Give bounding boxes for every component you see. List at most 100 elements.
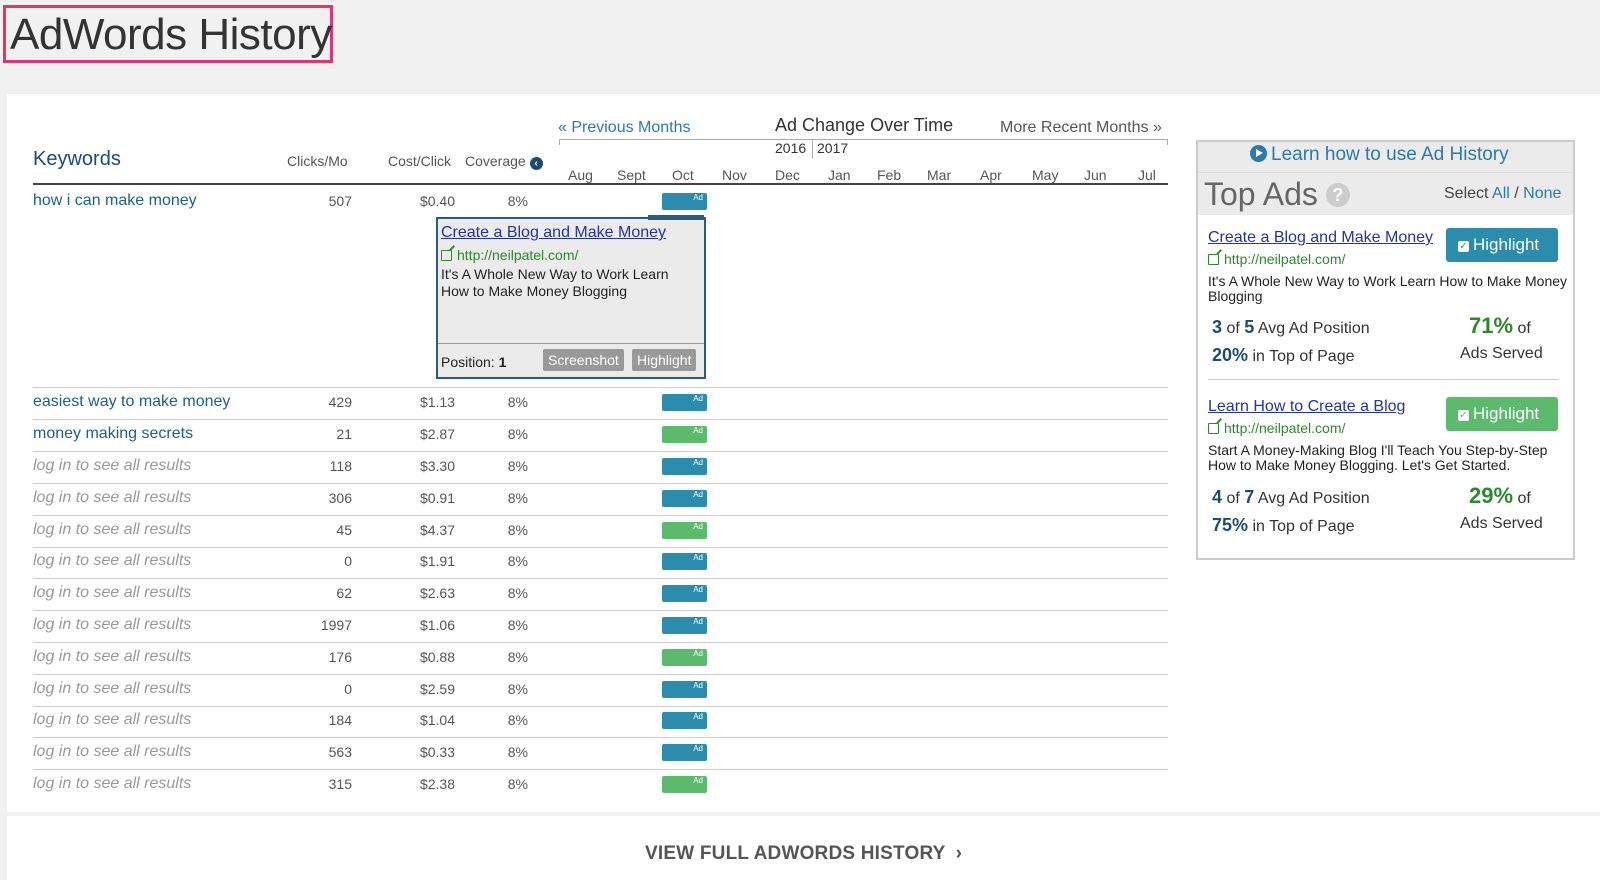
keywords-header[interactable]: Keywords <box>33 148 121 171</box>
cost-value: $2.63 <box>419 585 455 601</box>
ad-change-badge[interactable]: Ad <box>662 585 707 602</box>
ad-change-badge[interactable]: Ad <box>662 744 707 761</box>
ad-preview-description: It's A Whole New Way to Work Learn How t… <box>441 266 669 299</box>
top-ad-description: Start A Money-Making Blog I'll Teach You… <box>1208 442 1548 473</box>
screenshot-button[interactable]: Screenshot <box>543 349 624 371</box>
login-prompt-link[interactable]: log in to see all results <box>33 552 191 570</box>
coverage-value: 8% <box>507 712 528 728</box>
ad-preview-url[interactable]: http://neilpatel.com/ <box>441 247 578 263</box>
coverage-header[interactable]: Coverage ‹ <box>465 153 543 170</box>
login-prompt-link[interactable]: log in to see all results <box>33 711 191 729</box>
ad-change-badge[interactable]: Ad <box>662 712 707 729</box>
top-ad-highlight-toggle[interactable]: ✓ Highlight <box>1446 228 1558 262</box>
ad-change-badge[interactable]: Ad <box>662 394 707 411</box>
clicks-value: 45 <box>336 522 352 538</box>
external-link-icon <box>441 250 452 261</box>
top-ad-highlight-toggle[interactable]: ✓ Highlight <box>1446 397 1558 431</box>
clicks-value: 563 <box>328 744 352 760</box>
login-prompt-link[interactable]: log in to see all results <box>33 489 191 507</box>
avg-position-total: 7 <box>1244 487 1255 507</box>
ad-divider <box>1208 379 1558 380</box>
ads-served-stat: 71% of <box>1469 313 1531 339</box>
view-full-history-link[interactable]: VIEW FULL ADWORDS HISTORY › <box>645 843 962 865</box>
row-divider <box>33 483 1168 484</box>
ad-change-badge[interactable]: Ad <box>662 776 707 793</box>
learn-ad-history-link[interactable]: Learn how to use Ad History <box>1250 144 1509 166</box>
coverage-value: 8% <box>507 553 528 569</box>
month-label: Feb <box>877 167 902 183</box>
login-prompt-link[interactable]: log in to see all results <box>33 457 191 475</box>
top-ads-header: Top Ads? Select All / None <box>1198 173 1573 215</box>
top-ad-url[interactable]: http://neilpatel.com/ <box>1208 420 1345 436</box>
external-link-icon <box>1208 254 1219 265</box>
top-ad-url-text: http://neilpatel.com/ <box>1224 420 1346 436</box>
top-ad-url[interactable]: http://neilpatel.com/ <box>1208 251 1345 267</box>
keyword-link[interactable]: money making secrets <box>33 425 193 443</box>
ad-change-badge[interactable]: Ad <box>662 426 707 443</box>
row-divider <box>33 610 1168 611</box>
coverage-value: 8% <box>507 585 528 601</box>
help-icon[interactable]: ? <box>1325 183 1350 207</box>
ad-change-badge[interactable]: Ad <box>662 458 707 475</box>
ad-change-badge[interactable]: Ad <box>662 649 707 666</box>
cost-value: $1.13 <box>419 394 455 410</box>
avg-ad-position: 3 of 5 Avg Ad Position <box>1212 317 1370 338</box>
ad-change-badge[interactable]: Ad <box>662 617 707 634</box>
row-divider <box>33 737 1168 738</box>
top-of-page-stat: 75% in Top of Page <box>1212 515 1355 536</box>
ad-preview-title[interactable]: Create a Blog and Make Money <box>441 224 666 242</box>
keyword-link[interactable]: how i can make money <box>33 192 197 210</box>
keyword-link[interactable]: easiest way to make money <box>33 393 230 411</box>
cost-header[interactable]: Cost/Click <box>388 153 451 169</box>
ad-preview-footer: Position: 1 Screenshot Highlight <box>438 343 704 377</box>
more-recent-months-link[interactable]: More Recent Months » <box>1000 119 1162 137</box>
login-prompt-link[interactable]: log in to see all results <box>33 680 191 698</box>
cost-value: $0.88 <box>419 649 455 665</box>
ads-served-value: 29% <box>1469 483 1514 508</box>
ad-change-badge[interactable]: Ad <box>662 522 707 539</box>
learn-ad-history-label: Learn how to use Ad History <box>1271 144 1509 165</box>
ad-position-value: 1 <box>498 354 507 370</box>
ad-change-badge[interactable]: Ad <box>662 681 707 698</box>
ads-served-of: of <box>1517 490 1531 507</box>
coverage-value: 8% <box>507 681 528 697</box>
login-prompt-link[interactable]: log in to see all results <box>33 648 191 666</box>
clicks-header[interactable]: Clicks/Mo <box>287 153 348 169</box>
select-all-link[interactable]: All <box>1492 185 1510 202</box>
coverage-value: 8% <box>507 649 528 665</box>
top-ad-title[interactable]: Learn How to Create a Blog <box>1208 398 1405 416</box>
top-ad-url-text: http://neilpatel.com/ <box>1224 251 1346 267</box>
login-prompt-link[interactable]: log in to see all results <box>33 521 191 539</box>
month-label: Sept <box>617 167 646 183</box>
login-prompt-link[interactable]: log in to see all results <box>33 743 191 761</box>
play-icon <box>1250 145 1267 162</box>
select-none-link[interactable]: None <box>1523 185 1561 202</box>
login-prompt-link[interactable]: log in to see all results <box>33 616 191 634</box>
top-of-page-value: 20% <box>1212 345 1249 365</box>
ad-position-label: Position: <box>441 354 495 370</box>
select-label: Select <box>1444 185 1489 202</box>
login-prompt-link[interactable]: log in to see all results <box>33 775 191 793</box>
ads-served-stat: 29% of <box>1469 483 1531 509</box>
cost-value: $0.40 <box>419 193 455 209</box>
avg-position-value: 4 <box>1212 487 1223 507</box>
top-of-page-stat: 20% in Top of Page <box>1212 345 1355 366</box>
login-prompt-link[interactable]: log in to see all results <box>33 584 191 602</box>
clicks-value: 306 <box>328 490 352 506</box>
ad-change-badge[interactable]: Ad <box>662 193 707 210</box>
coverage-value: 8% <box>507 617 528 633</box>
row-divider <box>33 642 1168 643</box>
top-ad-title[interactable]: Create a Blog and Make Money <box>1208 229 1433 247</box>
clicks-value: 118 <box>329 458 352 474</box>
previous-months-link[interactable]: « Previous Months <box>558 119 691 137</box>
highlight-button[interactable]: Highlight <box>632 349 697 371</box>
cost-value: $2.59 <box>419 681 455 697</box>
collapse-left-icon[interactable]: ‹ <box>529 157 543 170</box>
clicks-value: 1997 <box>320 617 352 633</box>
top-ad-description: It's A Whole New Way to Work Learn How t… <box>1208 273 1568 304</box>
ad-change-badge[interactable]: Ad <box>662 490 707 507</box>
cost-value: $1.04 <box>419 712 455 728</box>
ad-change-badge[interactable]: Ad <box>662 553 707 570</box>
row-divider <box>33 387 1168 388</box>
month-label: Jan <box>828 167 851 183</box>
